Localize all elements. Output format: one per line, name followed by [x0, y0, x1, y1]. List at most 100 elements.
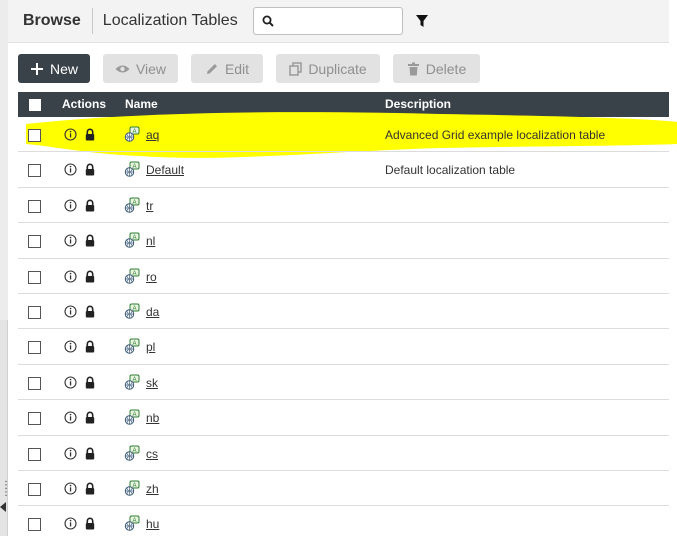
- localization-table-name-link[interactable]: zh: [146, 482, 159, 496]
- table-row[interactable]: Ahu: [18, 506, 669, 536]
- localization-table-name-link[interactable]: nl: [146, 234, 155, 248]
- localization-table-icon: A: [124, 232, 140, 248]
- filter-button[interactable]: [415, 14, 429, 28]
- row-checkbox[interactable]: [28, 518, 41, 532]
- info-icon[interactable]: [64, 163, 77, 176]
- row-checkbox[interactable]: [28, 305, 41, 319]
- lock-icon: [85, 411, 95, 424]
- lock-icon: [85, 305, 95, 318]
- grid-header: Actions Name Description: [18, 92, 669, 117]
- view-button[interactable]: View: [103, 54, 178, 83]
- row-checkbox[interactable]: [28, 412, 41, 426]
- row-checkbox[interactable]: [28, 199, 41, 213]
- info-icon[interactable]: [64, 517, 77, 530]
- localization-table-name-link[interactable]: sk: [146, 376, 158, 390]
- info-icon[interactable]: [64, 376, 77, 389]
- delete-button-label: Delete: [425, 60, 467, 77]
- search-input[interactable]: [252, 7, 403, 35]
- trash-icon: [407, 62, 420, 76]
- new-button-label: New: [49, 60, 78, 77]
- localization-table-name-link[interactable]: cs: [146, 447, 158, 461]
- select-all-checkbox[interactable]: [29, 99, 41, 111]
- localization-table-name-link[interactable]: pl: [146, 340, 155, 354]
- row-checkbox[interactable]: [28, 164, 41, 178]
- info-icon[interactable]: [64, 340, 77, 353]
- table-row[interactable]: A Default Default localization table: [18, 152, 669, 188]
- localization-table-name-link[interactable]: da: [146, 305, 159, 319]
- localization-table-name-link[interactable]: Default: [146, 163, 184, 177]
- table-row[interactable]: Aaq Advanced Grid example localization ta…: [18, 117, 669, 153]
- info-icon[interactable]: [64, 199, 77, 212]
- duplicate-button-label: Duplicate: [308, 60, 367, 77]
- localization-table-icon: A: [124, 515, 140, 531]
- row-checkbox[interactable]: [28, 447, 41, 461]
- localization-table-icon: A: [124, 374, 140, 390]
- table-row[interactable]: Acs: [18, 436, 669, 471]
- lock-icon: [85, 199, 95, 212]
- table-row[interactable]: Azh: [18, 471, 669, 507]
- localization-table-icon: A: [124, 445, 140, 461]
- row-checkbox[interactable]: [28, 341, 41, 355]
- lock-icon: [85, 517, 95, 530]
- row-checkbox[interactable]: [28, 376, 41, 390]
- localization-table-name-link[interactable]: ro: [146, 270, 157, 284]
- row-checkbox[interactable]: [28, 235, 41, 249]
- table-row[interactable]: Ada: [18, 294, 669, 330]
- header-divider: [91, 8, 93, 34]
- table-row[interactable]: Apl: [18, 329, 669, 365]
- info-icon[interactable]: [64, 234, 77, 247]
- column-header-description[interactable]: Description: [385, 92, 451, 117]
- row-checkbox[interactable]: [28, 270, 41, 284]
- panel-resize-handle[interactable]: ⋮ ⋮: [1, 481, 11, 498]
- localization-table-description: Default localization table: [385, 163, 516, 178]
- localization-table-name-link[interactable]: nb: [146, 411, 159, 425]
- grid-body: Aaq Advanced Grid example localization ta…: [18, 117, 669, 536]
- localization-table-icon: A: [124, 338, 140, 355]
- lock-icon: [85, 376, 95, 389]
- lock-icon: [85, 447, 95, 460]
- row-checkbox[interactable]: [28, 129, 41, 142]
- table-row[interactable]: Ask: [18, 365, 669, 401]
- edit-button-label: Edit: [224, 60, 250, 77]
- page-title: Localization Tables: [102, 12, 238, 29]
- eye-icon: [115, 64, 130, 74]
- table-row[interactable]: Atr: [18, 188, 669, 224]
- localization-table-icon: A: [124, 126, 140, 142]
- lock-icon: [85, 482, 95, 495]
- delete-button[interactable]: Delete: [393, 54, 480, 83]
- duplicate-button[interactable]: Duplicate: [276, 54, 380, 83]
- left-panel-rail: ⋮ ⋮: [0, 0, 11, 536]
- filter-icon: [415, 14, 428, 27]
- column-header-name[interactable]: Name: [125, 92, 158, 117]
- table-row[interactable]: Anl: [18, 223, 669, 259]
- localization-table-icon: A: [124, 197, 140, 213]
- new-button[interactable]: New: [18, 54, 90, 83]
- info-icon[interactable]: [64, 411, 77, 424]
- lock-icon: [85, 163, 95, 176]
- localization-table-name-link[interactable]: hu: [146, 517, 159, 531]
- pencil-icon: [205, 62, 219, 76]
- lock-icon: [85, 270, 95, 283]
- view-button-label: View: [135, 60, 167, 77]
- duplicate-icon: [289, 61, 303, 76]
- info-icon[interactable]: [64, 482, 77, 495]
- search-icon: [262, 15, 274, 27]
- info-icon[interactable]: [64, 305, 77, 318]
- info-icon[interactable]: [64, 128, 77, 141]
- edit-button[interactable]: Edit: [191, 54, 263, 83]
- lock-icon: [85, 234, 95, 247]
- page-header: Browse Localization Tables: [8, 0, 669, 43]
- info-icon[interactable]: [64, 270, 77, 283]
- localization-table-name-link[interactable]: tr: [146, 199, 153, 213]
- row-checkbox[interactable]: [28, 482, 41, 496]
- browse-label: Browse: [23, 12, 81, 29]
- localization-table-icon: A: [124, 161, 140, 178]
- plus-icon: [30, 62, 44, 76]
- localization-table-icon: A: [124, 480, 140, 496]
- localization-table-name-link[interactable]: aq: [146, 128, 159, 142]
- table-row[interactable]: Aro: [18, 259, 669, 294]
- table-row[interactable]: Anb: [18, 400, 669, 436]
- collapse-arrow-icon[interactable]: [0, 502, 6, 512]
- info-icon[interactable]: [64, 446, 77, 460]
- column-header-actions[interactable]: Actions: [62, 92, 106, 117]
